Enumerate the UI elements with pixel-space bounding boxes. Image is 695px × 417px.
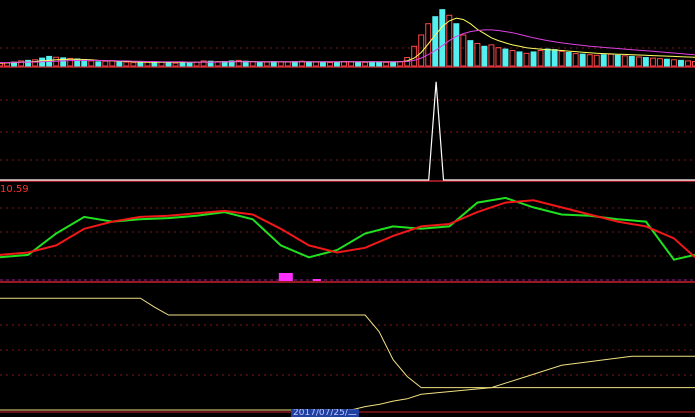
- volume-bar: [593, 54, 600, 67]
- volume-bar: [663, 58, 670, 67]
- volume-bar: [116, 60, 123, 67]
- volume-bar: [249, 61, 256, 67]
- volume-bar: [649, 57, 656, 67]
- volume-bar: [656, 58, 663, 67]
- volume-bar: [607, 53, 614, 67]
- volume-bar: [579, 53, 586, 67]
- volume-bar: [355, 61, 362, 67]
- volume-bar: [376, 61, 383, 67]
- volume-bar: [495, 47, 502, 67]
- volume-bar: [586, 54, 593, 67]
- volume-bar: [537, 50, 544, 67]
- volume-bar: [530, 51, 537, 67]
- volume-bar: [474, 42, 481, 67]
- panel-frames: [0, 47, 695, 413]
- volume-bar: [123, 61, 130, 67]
- volume-bar: [284, 61, 291, 67]
- volume-bar: [642, 57, 649, 67]
- volume-bar: [95, 61, 102, 67]
- volume-bar: [165, 62, 172, 67]
- volume-bar: [32, 59, 39, 67]
- oscillator-value-label: 10.59: [0, 184, 29, 195]
- volume-bar: [18, 60, 25, 67]
- volume-bar: [544, 48, 551, 67]
- volume-bar: [677, 59, 684, 67]
- volume-bar: [558, 50, 565, 67]
- volume-bar: [432, 16, 439, 67]
- volume-bar: [319, 61, 326, 67]
- volume-bar: [179, 62, 186, 67]
- spike-panel: [0, 81, 695, 181]
- volume-bar: [523, 52, 530, 67]
- volume-bar: [390, 61, 397, 67]
- volume-bar: [369, 61, 376, 67]
- spike-line: [0, 81, 695, 181]
- oscillator-panel: [0, 196, 695, 281]
- volume-bar: [88, 60, 95, 67]
- volume-avg-line-1: [0, 17, 695, 64]
- volume-bar: [362, 61, 369, 67]
- volume-bar: [305, 61, 312, 67]
- volume-bar: [502, 48, 509, 67]
- volume-bar: [670, 59, 677, 67]
- volume-bar: [256, 61, 263, 67]
- volume-bar: [277, 61, 284, 67]
- volume-bar: [467, 40, 474, 67]
- volume-bar: [172, 62, 179, 67]
- volume-bar: [439, 9, 446, 67]
- oscillator-slow-line: [0, 199, 695, 259]
- volume-bar: [628, 55, 635, 67]
- volume-bar: [516, 51, 523, 67]
- volume-bar: [460, 34, 467, 67]
- volume-bar: [551, 49, 558, 67]
- volume-bar: [565, 51, 572, 67]
- volume-bar: [453, 23, 460, 67]
- step-line-lower: [0, 355, 695, 411]
- volume-bar: [102, 60, 109, 67]
- volume-bar: [333, 61, 340, 67]
- volume-bar: [130, 62, 137, 67]
- step-panel: [0, 297, 695, 411]
- volume-bar: [263, 61, 270, 67]
- volume-bar: [186, 62, 193, 67]
- volume-bar: [481, 45, 488, 67]
- volume-bar: [348, 61, 354, 67]
- volume-bar: [25, 59, 32, 67]
- volume-bar: [621, 55, 628, 67]
- volume-bar: [635, 56, 642, 67]
- volume-bar: [509, 50, 516, 67]
- volume-bar: [600, 54, 607, 67]
- volume-bar: [144, 61, 151, 67]
- volume-bar: [326, 62, 333, 67]
- volume-bar: [572, 53, 579, 67]
- volume-panel: [0, 9, 695, 67]
- volume-bar: [383, 61, 390, 67]
- volume-bar: [614, 54, 621, 67]
- volume-bar: [425, 23, 432, 67]
- volume-avg-line-2: [0, 29, 695, 64]
- volume-bar: [685, 60, 691, 67]
- chart-stage: [0, 9, 695, 413]
- step-line-upper: [0, 297, 695, 389]
- volume-bar: [137, 62, 144, 67]
- volume-bar: [312, 61, 319, 67]
